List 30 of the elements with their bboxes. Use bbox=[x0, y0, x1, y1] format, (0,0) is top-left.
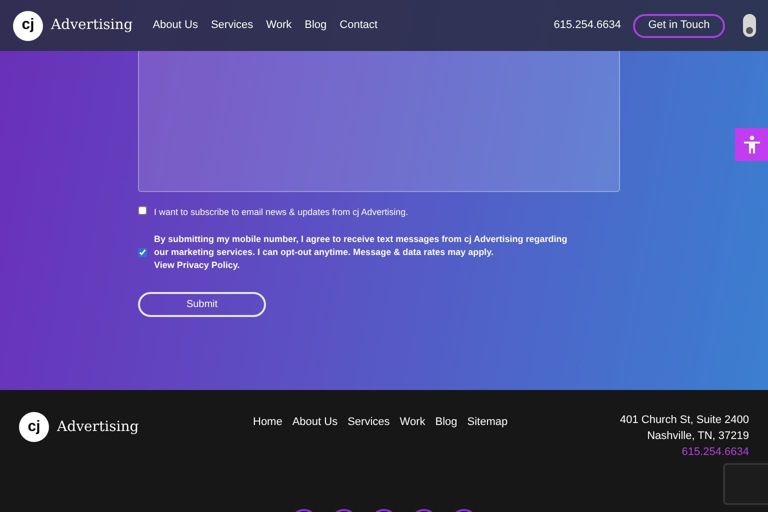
footer-nav-link[interactable]: Blog bbox=[435, 414, 458, 428]
accessibility-icon bbox=[742, 134, 762, 154]
logo-text: Advertising bbox=[57, 418, 139, 436]
logo-text: Advertising bbox=[51, 16, 133, 35]
nav-link[interactable]: About Us bbox=[152, 17, 198, 34]
footer-nav-link[interactable]: About Us bbox=[292, 414, 338, 428]
consent-checkbox[interactable] bbox=[138, 206, 147, 215]
nav-link[interactable]: Contact bbox=[340, 17, 378, 34]
nav-link[interactable]: Services bbox=[210, 17, 254, 34]
privacy-policy-link[interactable]: View Privacy Policy. bbox=[154, 260, 240, 270]
consent-checkbox[interactable] bbox=[138, 248, 147, 257]
footer-nav-link[interactable]: Work bbox=[400, 414, 426, 428]
logo-icon[interactable]: cj bbox=[19, 412, 49, 442]
theme-toggle[interactable] bbox=[743, 14, 756, 37]
phone-link[interactable]: 615.254.6634 bbox=[554, 17, 621, 34]
accessibility-button[interactable] bbox=[735, 128, 768, 161]
logo-icon[interactable]: cj bbox=[13, 10, 43, 40]
get-in-touch-button[interactable]: Get in Touch bbox=[633, 14, 725, 38]
address-line: 401 Church St, Suite 2400 bbox=[620, 413, 749, 427]
footer-nav-link[interactable]: Services bbox=[348, 414, 390, 428]
consent-text: I want to subscribe to email news & updates from cj Advertising. bbox=[154, 206, 408, 219]
footer-nav-link[interactable]: Home bbox=[253, 414, 282, 428]
address-line: Nashville, TN, 37219 bbox=[647, 429, 749, 443]
footer-phone-link[interactable]: 615.254.6634 bbox=[682, 445, 749, 459]
nav-link[interactable]: Blog bbox=[304, 17, 327, 34]
consent-text: By submitting my mobile number, I agree to receive text messages from cj Advertising regarding our marketing services. I can opt-out anytime. Message & data rates may apply. View Privacy Policy. bbox=[154, 233, 568, 272]
footer-nav-link[interactable]: Sitemap bbox=[467, 414, 508, 428]
nav-link[interactable]: Work bbox=[266, 17, 292, 34]
submit-button[interactable]: Submit bbox=[138, 292, 266, 317]
message-field[interactable] bbox=[138, 51, 620, 192]
